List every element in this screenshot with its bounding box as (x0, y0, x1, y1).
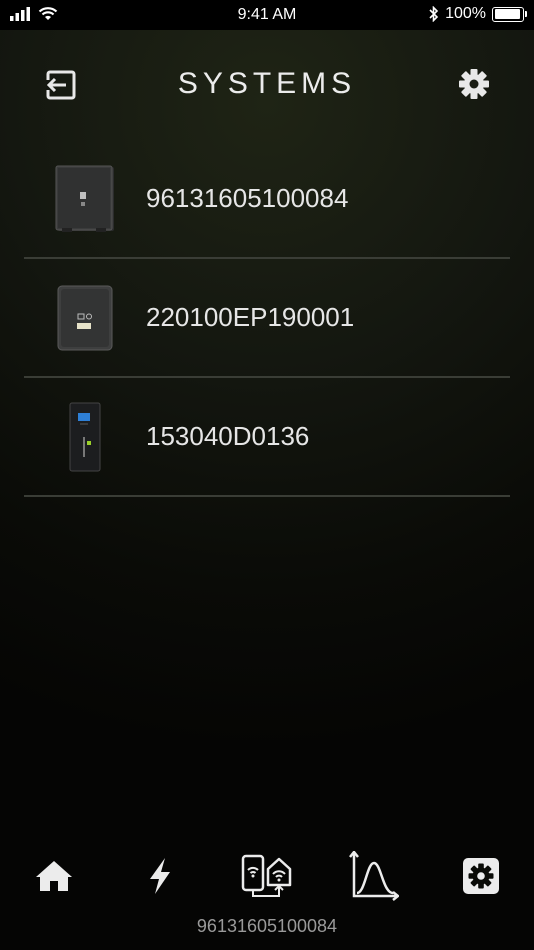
gear-icon (463, 858, 499, 894)
tab-settings[interactable] (451, 846, 511, 906)
system-item[interactable]: 220100EP190001 (24, 259, 510, 378)
tab-power[interactable] (130, 846, 190, 906)
chart-curve-icon (349, 851, 399, 901)
home-icon (36, 861, 72, 891)
lightning-icon (150, 858, 170, 894)
system-serial: 153040D0136 (146, 421, 310, 451)
app-screen: SYSTEMS 96131605100084 220100EP190001 15… (0, 30, 534, 950)
status-bar: 9:41 AM 100% (0, 0, 534, 30)
settings-button[interactable] (456, 66, 492, 102)
gear-icon (459, 69, 489, 99)
system-item[interactable]: 153040D0136 (24, 378, 510, 497)
battery-icon (492, 6, 527, 22)
tab-statistics[interactable] (343, 846, 403, 906)
battery-percent: 100% (445, 5, 486, 22)
tab-home[interactable] (24, 846, 84, 906)
inverter-device-image (52, 162, 118, 236)
systems-list: 96131605100084 220100EP190001 153040D013… (24, 140, 510, 497)
bluetooth-icon (429, 6, 439, 22)
connectivity-icon (241, 854, 292, 897)
tab-connectivity[interactable] (237, 846, 297, 906)
header: SYSTEMS (0, 30, 534, 140)
status-right: 100% (429, 5, 527, 23)
battery-device-image (52, 400, 118, 474)
system-serial: 220100EP190001 (146, 302, 355, 332)
bottom-tab-bar (0, 840, 534, 910)
system-serial: 96131605100084 (146, 183, 349, 213)
system-item[interactable]: 96131605100084 (24, 140, 510, 259)
active-system-serial: 96131605100084 (196, 916, 338, 936)
inverter-device-image (52, 281, 118, 355)
page-title: SYSTEMS (177, 67, 357, 100)
